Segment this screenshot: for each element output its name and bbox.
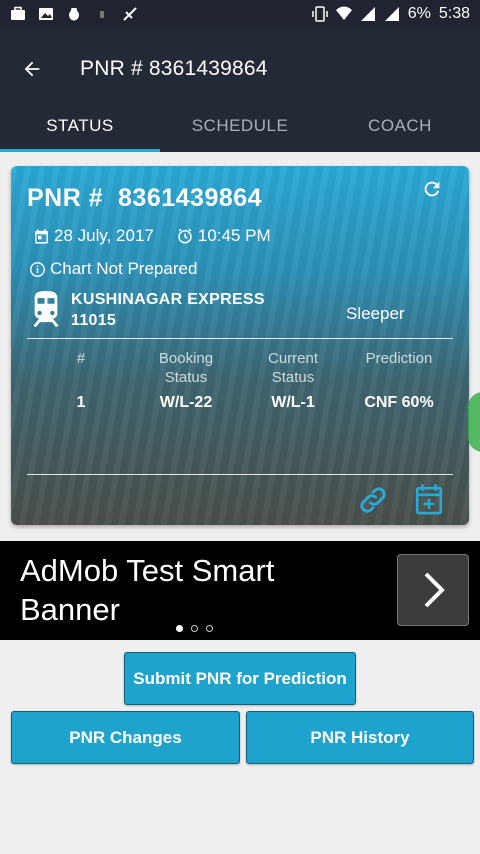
image-icon [39, 8, 53, 20]
chart-status: Chart Not Prepared [29, 259, 197, 279]
column-current-label-2: Status [271, 369, 315, 386]
row-booking-status: W/L-22 [159, 394, 213, 411]
column-prediction: Prediction [365, 350, 433, 367]
pnr-status-card: PNR # 8361439864 28 July, 2017 10:45 PM … [11, 166, 469, 525]
tab-status[interactable]: STATUS [0, 100, 160, 152]
column-number: # [76, 350, 86, 367]
pnr-history-button[interactable]: PNR History [246, 711, 474, 764]
page-title: PNR # 8361439864 [80, 57, 268, 80]
divider [27, 338, 453, 339]
status-bar: 6% 5:38 [0, 0, 480, 28]
train-background-image [11, 166, 469, 525]
column-booking-status: Booking Status [141, 349, 231, 387]
row-prediction: CNF 60% [364, 394, 434, 411]
briefcase-icon [11, 6, 25, 20]
chart-status-text: Chart Not Prepared [50, 259, 198, 278]
ad-text: AdMob Test Smart Banner [20, 553, 275, 627]
tab-schedule[interactable]: SCHEDULE [160, 100, 320, 152]
journey-datetime: 28 July, 2017 10:45 PM [33, 226, 271, 246]
calendar-icon [35, 228, 48, 244]
row-number: 1 [76, 394, 86, 411]
app-bar: PNR # 8361439864 [0, 28, 480, 110]
travel-class: Sleeper [346, 304, 405, 323]
train-name: KUSHINAGAR EXPRESS [71, 291, 265, 308]
small-icon [100, 11, 104, 18]
back-button[interactable] [0, 28, 64, 110]
ad-banner[interactable]: AdMob Test Smart Banner [0, 541, 480, 640]
no-signal-icon [123, 7, 137, 21]
chevron-right-icon [424, 572, 445, 608]
train-icon [33, 291, 59, 327]
divider-bottom [27, 474, 453, 475]
column-booking-label-1: Booking [158, 350, 214, 367]
bug-icon [69, 8, 79, 21]
submit-pnr-prediction-button[interactable]: Submit PNR for Prediction [124, 652, 356, 705]
card-actions [357, 483, 445, 517]
alarm-icon [178, 228, 192, 244]
pnr-number: PNR # 8361439864 [27, 184, 263, 212]
signal-icon-2 [384, 7, 399, 21]
link-icon[interactable] [357, 484, 389, 516]
battery-percent: 6% [407, 5, 431, 22]
pnr-changes-button[interactable]: PNR Changes [11, 711, 240, 764]
floating-peek-shape [468, 392, 480, 452]
train-number: 11015 [71, 312, 117, 329]
clock: 5:38 [438, 5, 470, 22]
ad-next-button[interactable] [397, 554, 469, 626]
pager-dot [176, 625, 183, 632]
row-current-status: W/L-1 [271, 394, 315, 411]
wifi-icon [335, 6, 352, 20]
vibrate-icon [311, 6, 328, 22]
journey-date: 28 July, 2017 [54, 226, 154, 245]
train-name-block: KUSHINAGAR EXPRESS 11015 [71, 289, 265, 331]
pager-dot [191, 625, 198, 632]
pager-dot [206, 625, 213, 632]
tab-bar: STATUS SCHEDULE COACH [0, 100, 480, 152]
signal-icon [360, 7, 375, 21]
column-current-status: Current Status [248, 349, 338, 387]
column-current-label-1: Current [267, 350, 319, 367]
refresh-icon[interactable] [421, 178, 443, 200]
arrow-back-icon [24, 61, 40, 77]
ad-pager [176, 625, 213, 632]
column-booking-label-2: Status [164, 369, 208, 386]
info-icon [30, 261, 45, 277]
add-to-calendar-icon[interactable] [413, 483, 445, 517]
tab-coach[interactable]: COACH [320, 100, 480, 152]
journey-time: 10:45 PM [197, 226, 271, 245]
